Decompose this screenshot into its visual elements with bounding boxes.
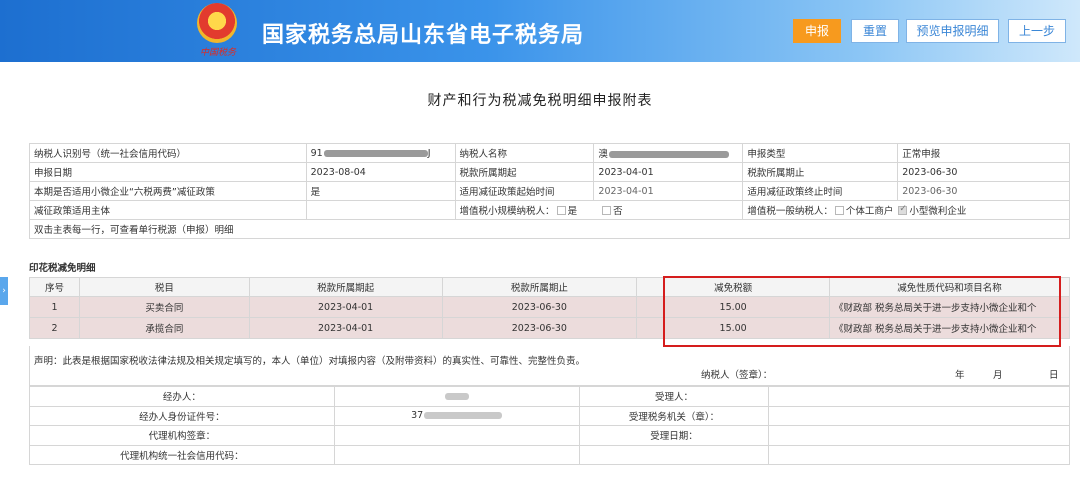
table-row: 申报日期 2023-08-04 税款所属期起 2023-04-01 税款所属期止… [29, 162, 1070, 182]
micro-enterprise-checkbox[interactable] [898, 204, 908, 215]
taxpayer-id-prefix: 91 [310, 147, 323, 159]
declaration-statement: 声明：此表是根据国家税收法律法规及相关规定填写的，本人（单位）对填报内容（及附带… [34, 356, 586, 367]
receiver-value [768, 386, 1070, 407]
table-row: 经办人身份证件号： 37 受理税务机关（章）： [29, 405, 1070, 426]
blank-cell [768, 444, 1070, 465]
agency-code-value[interactable] [333, 444, 580, 465]
year-label: 年 [955, 370, 965, 381]
handler-value[interactable] [333, 386, 580, 407]
row-period-start: 2023-04-01 [248, 296, 443, 318]
general-vat-label: 增值税一般纳税人： [747, 206, 833, 217]
double-click-hint: 双击主表每一行，可查看单行税源（申报）明细 [29, 219, 1070, 239]
table-row: 纳税人识别号（统一社会信用代码） 91 J 纳税人名称 澳 申报类型 正常申报 [29, 143, 1070, 163]
day-label: 日 [1049, 370, 1059, 381]
tax-office-label: 受理税务机关（章）： [578, 405, 770, 426]
policy-end-value: 2023-06-30 [897, 181, 1070, 201]
policy-subject-value [305, 200, 456, 220]
receiver-label: 受理人： [578, 386, 770, 407]
taxpayer-id-value[interactable]: 91 J [305, 143, 456, 163]
yes-checkbox[interactable] [556, 206, 566, 215]
agency-code-label: 代理机构统一社会信用代码： [29, 444, 335, 465]
redacted-mask [608, 151, 729, 158]
tax-emblem-icon [197, 3, 237, 43]
row-no: 2 [29, 317, 80, 339]
period-end-label: 税款所属期止 [742, 162, 899, 182]
row-item: 买卖合同 [78, 296, 250, 318]
declare-type-label: 申报类型 [742, 143, 899, 163]
accept-date-label: 受理日期： [578, 425, 770, 446]
taxpayer-id-suffix: J [427, 147, 431, 159]
row-item: 承揽合同 [78, 317, 250, 339]
declare-type-value: 正常申报 [897, 143, 1070, 163]
table-row: 双击主表每一行，可查看单行税源（申报）明细 [29, 219, 1070, 239]
handler-id-label: 经办人身份证件号： [29, 405, 335, 426]
row-period-end: 2023-06-30 [441, 317, 638, 339]
table-row: 经办人： 受理人： [29, 386, 1070, 407]
taxpayer-name-label: 纳税人名称 [454, 143, 595, 163]
previous-step-button[interactable]: 上一步 [1008, 19, 1066, 43]
individual-business-checkbox[interactable] [834, 206, 844, 215]
period-start-label: 税款所属期起 [454, 162, 595, 182]
reset-button[interactable]: 重置 [851, 19, 899, 43]
redacted-mask [445, 392, 470, 400]
six-tax-policy-label: 本期是否适用小微企业“六税两费”减征政策 [29, 181, 307, 201]
individual-business-label: 个体工商户 [845, 206, 894, 217]
handler-label: 经办人： [29, 386, 335, 407]
tax-office-value [768, 405, 1070, 426]
taxpayer-name-prefix: 澳 [598, 149, 608, 160]
no-option-label: 否 [613, 206, 623, 217]
policy-subject-label: 减征政策适用主体 [29, 200, 307, 220]
top-header-bar: 中国税务 国家税务总局山东省电子税务局 申报 重置 预览申报明细 上一步 [0, 0, 1080, 62]
small-scale-vat-label: 增值税小规模纳税人： [459, 206, 555, 217]
row-period-start: 2023-04-01 [248, 317, 443, 339]
policy-end-label: 适用减征政策终止时间 [742, 181, 899, 201]
side-expand-tab[interactable]: › [0, 277, 8, 305]
handler-id-value[interactable]: 37 [333, 405, 580, 426]
six-tax-policy-value[interactable]: 是 [305, 181, 456, 201]
table-row: 本期是否适用小微企业“六税两费”减征政策 是 适用减征政策起始时间 2023-0… [29, 181, 1070, 201]
table-row: 代理机构统一社会信用代码： [29, 444, 1070, 465]
taxpayer-id-label: 纳税人识别号（统一社会信用代码） [29, 143, 307, 163]
yes-option-label: 是 [567, 206, 578, 217]
page-title: 财产和行为税减免税明细申报附表 [427, 93, 653, 109]
period-end-value: 2023-06-30 [897, 162, 1070, 182]
preview-detail-button[interactable]: 预览申报明细 [906, 19, 999, 43]
agency-seal-value[interactable] [333, 425, 580, 446]
header-period-end: 税款所属期止 [441, 277, 638, 297]
site-title: 国家税务总局山东省电子税务局 [262, 23, 585, 48]
taxpayer-info-table: 纳税人识别号（统一社会信用代码） 91 J 纳税人名称 澳 申报类型 正常申报 申… [29, 143, 1070, 239]
accept-date-value [768, 425, 1070, 446]
month-label: 月 [993, 370, 1003, 381]
agent-info-table: 经办人： 受理人： 经办人身份证件号： 37 受理税务机关（章）： 代理机构签章… [29, 386, 1070, 465]
small-scale-vat-cell: 增值税小规模纳税人： 是 否 [454, 200, 744, 220]
taxpayer-name-value[interactable]: 澳 [593, 143, 744, 163]
row-no: 1 [29, 296, 80, 318]
policy-start-value: 2023-04-01 [593, 181, 744, 201]
table-row: 减征政策适用主体 增值税小规模纳税人： 是 否 增值税一般纳税人： 个体工商户 小型… [29, 200, 1070, 220]
no-checkbox[interactable] [602, 206, 612, 215]
blank-cell [578, 444, 770, 465]
header-period-start: 税款所属期起 [248, 277, 443, 297]
policy-start-label: 适用减征政策起始时间 [454, 181, 595, 201]
declare-date-label: 申报日期 [29, 162, 307, 182]
micro-enterprise-label: 小型微利企业 [909, 206, 967, 217]
header-item: 税目 [78, 277, 250, 297]
header-no: 序号 [29, 277, 80, 297]
emblem-caption: 中国税务 [199, 48, 236, 58]
redacted-mask [323, 149, 428, 157]
declare-button[interactable]: 申报 [793, 19, 841, 43]
declaration-block: 声明：此表是根据国家税收法律法规及相关规定填写的，本人（单位）对填报内容（及附带… [29, 346, 1070, 386]
table-row: 代理机构签章： 受理日期： [29, 425, 1070, 446]
redacted-mask [424, 412, 503, 420]
general-vat-cell: 增值税一般纳税人： 个体工商户 小型微利企业 [742, 200, 1070, 220]
taxpayer-signature-label: 纳税人（签章）： [701, 370, 773, 381]
highlight-box [663, 276, 1061, 347]
period-start-value: 2023-04-01 [593, 162, 744, 182]
agency-seal-label: 代理机构签章： [29, 425, 335, 446]
stamp-tax-section-title: 印花税减免明细 [29, 263, 96, 274]
handler-id-prefix: 37 [411, 410, 424, 422]
declare-date-value: 2023-08-04 [305, 162, 456, 182]
row-period-end: 2023-06-30 [441, 296, 638, 318]
